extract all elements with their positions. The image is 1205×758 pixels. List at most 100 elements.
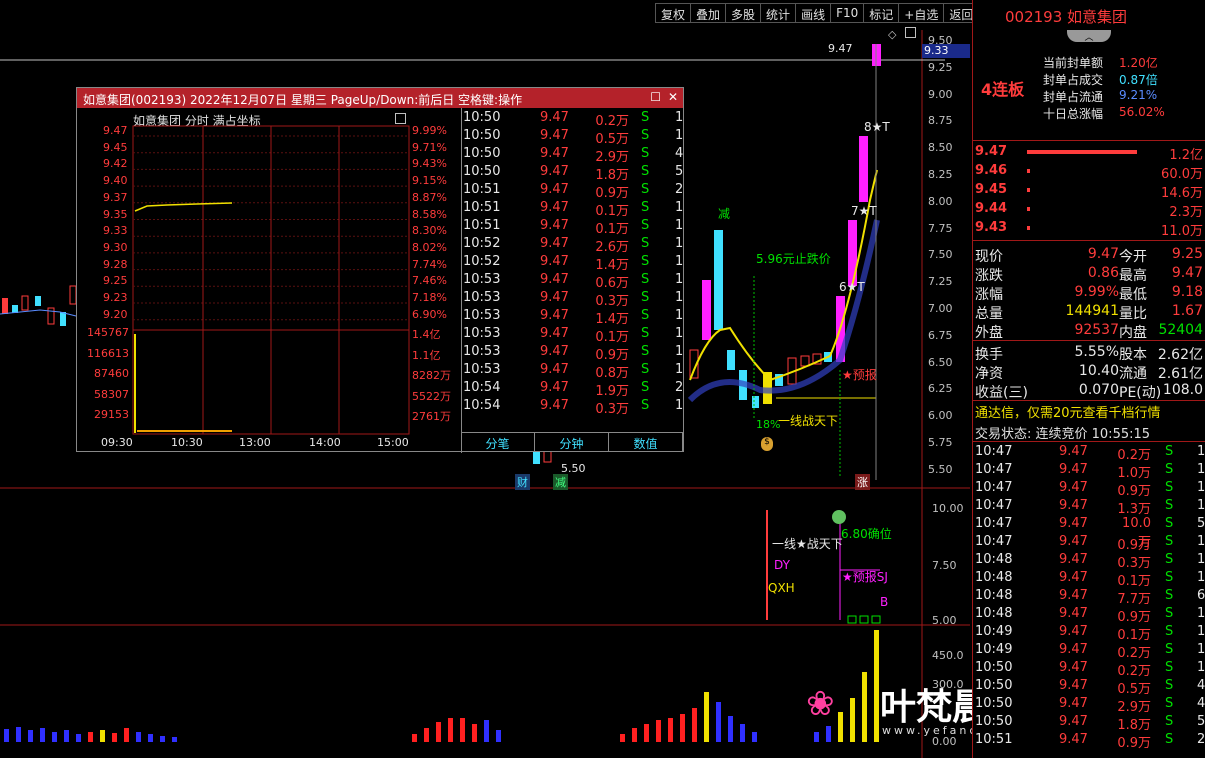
stat-cell: 9.99%	[1074, 284, 1119, 300]
popup-pct-label: 8.30%	[412, 224, 447, 238]
stat-cell: 总量	[975, 306, 1003, 322]
trade-cell: 0.1万	[595, 330, 629, 345]
trade-cell: 1.3万	[1117, 502, 1151, 517]
collapse-icon[interactable]: ︿	[1067, 30, 1111, 43]
trade-cell: 1	[675, 272, 684, 287]
toolbar-button[interactable]: 多股	[726, 4, 762, 22]
trade-cell: 9.47	[540, 164, 569, 179]
stat-cell: 净资	[975, 366, 1003, 382]
trade-cell: S	[641, 398, 650, 413]
popup-amt-label: 2761万	[412, 410, 451, 423]
diamond-icon[interactable]: ◇	[888, 28, 896, 41]
trade-cell: 10:54	[463, 398, 501, 413]
stat-cell: 0.070	[1078, 382, 1119, 398]
trade-cell: 0.3万	[595, 294, 629, 309]
dy-label: DY	[774, 558, 790, 572]
trade-cell: 10:53	[463, 362, 501, 377]
bid-bar	[1027, 188, 1030, 192]
trade-cell: S	[641, 380, 650, 395]
trade-cell: S	[1165, 624, 1174, 639]
trade-cell: 1.9万	[595, 384, 629, 399]
stat-cell: 涨跌	[975, 268, 1003, 284]
seal-value: 9.21%	[1119, 88, 1158, 102]
maximize-icon[interactable]: ☐	[650, 90, 661, 104]
trade-cell: 9.47	[1059, 588, 1088, 603]
trade-cell: 10:48	[975, 570, 1013, 585]
trade-cell: 1	[675, 200, 684, 215]
trade-cell: 9.47	[540, 290, 569, 305]
panel-toggle-icon[interactable]	[905, 27, 916, 38]
axis-tick-label: 7.75	[928, 221, 953, 235]
trade-cell: 4	[675, 146, 684, 161]
trade-cell: S	[641, 110, 650, 125]
axis-tick-label: 5.00	[932, 614, 957, 627]
trade-cell: S	[1165, 534, 1174, 549]
volume-bar	[826, 726, 831, 742]
trade-cell: 1	[675, 236, 684, 251]
toolbar-button[interactable]: 复权	[656, 4, 692, 22]
trade-cell: 10:47	[975, 444, 1013, 459]
volume-bar	[88, 732, 93, 742]
trade-cell: 0.9万	[1117, 484, 1151, 499]
trade-cell: 10:53	[463, 290, 501, 305]
bid-bar	[1027, 207, 1030, 211]
toolbar-button[interactable]: 画线	[796, 4, 832, 22]
trade-cell: 6	[1197, 588, 1205, 603]
volume-bar	[436, 722, 441, 742]
popup-price-label: 9.42	[103, 157, 128, 171]
ad-link[interactable]: 通达信，仅需20元查看千档行情	[975, 402, 1161, 421]
popup-amt-label: 8282万	[412, 369, 451, 382]
trade-cell: 0.2万	[1117, 448, 1151, 463]
axis-tick-label: 8.00	[928, 194, 953, 208]
stat-cell: 52404	[1158, 322, 1203, 338]
trade-cell: 9.47	[1059, 516, 1088, 531]
trade-cell: S	[1165, 480, 1174, 495]
toolbar-button[interactable]: 统计	[761, 4, 797, 22]
volume-bar	[850, 698, 855, 742]
trade-cell: 7.7万	[1117, 592, 1151, 607]
popup-price-label: 9.33	[103, 224, 128, 238]
trade-cell: 10:51	[463, 218, 501, 233]
popup-title-bar[interactable]: 如意集团(002193) 2022年12月07日 星期三 PageUp/Down…	[77, 88, 683, 108]
axis-tick-label: 6.00	[928, 409, 953, 423]
axis-tick-label: 6.75	[928, 328, 953, 342]
jian-badge: 减	[553, 474, 568, 490]
trade-cell: S	[641, 218, 650, 233]
trade-cell: 1	[1197, 642, 1205, 657]
trade-cell: 10:51	[463, 200, 501, 215]
popup-amt-label: 1.4亿	[412, 328, 441, 341]
trade-cell: 10:47	[975, 480, 1013, 495]
axis-tick-label: 7.50	[928, 248, 953, 262]
trade-cell: 1	[675, 326, 684, 341]
money-bag-icon: $	[761, 437, 773, 451]
trade-cell: S	[641, 326, 650, 341]
candle	[714, 230, 723, 330]
toolbar-button[interactable]: +自选	[899, 4, 945, 22]
timeshare-popup[interactable]: 如意集团(002193) 2022年12月07日 星期三 PageUp/Down…	[76, 87, 684, 453]
stat-cell: 92537	[1074, 322, 1119, 338]
toolbar-button[interactable]: F10	[831, 4, 865, 22]
popup-tab[interactable]: 分钟	[535, 433, 609, 452]
popup-tab[interactable]: 分笔	[461, 433, 535, 452]
candle	[727, 350, 735, 370]
trade-cell: 2.6万	[595, 240, 629, 255]
trade-cell: 10:50	[463, 146, 501, 161]
candle	[859, 136, 868, 202]
popup-tab[interactable]: 数值	[609, 433, 683, 452]
toolbar-button[interactable]: 标记	[864, 4, 900, 22]
trade-cell: 9.47	[540, 128, 569, 143]
trade-cell: 10:52	[463, 236, 501, 251]
trade-cell: 0.3万	[1117, 556, 1151, 571]
volume-bar	[76, 734, 81, 742]
popup-time-label: 14:00	[309, 436, 341, 449]
popup-time-label: 10:30	[171, 436, 203, 449]
toolbar-button[interactable]: 叠加	[691, 4, 727, 22]
stop-loss-label: 5.96元止跌价	[756, 252, 831, 266]
close-icon[interactable]: ✕	[668, 90, 678, 104]
candle	[702, 280, 711, 340]
bid-volume: 14.6万	[1161, 186, 1203, 201]
right-panel: 002193 如意集团 ︿ 当前封单额 1.20亿 封单占成交 0.87倍 封单占流通 9…	[972, 0, 1205, 758]
axis-tick-label: 8.50	[928, 141, 953, 155]
trade-cell: 9.47	[1059, 696, 1088, 711]
trade-cell: 1	[675, 308, 684, 323]
